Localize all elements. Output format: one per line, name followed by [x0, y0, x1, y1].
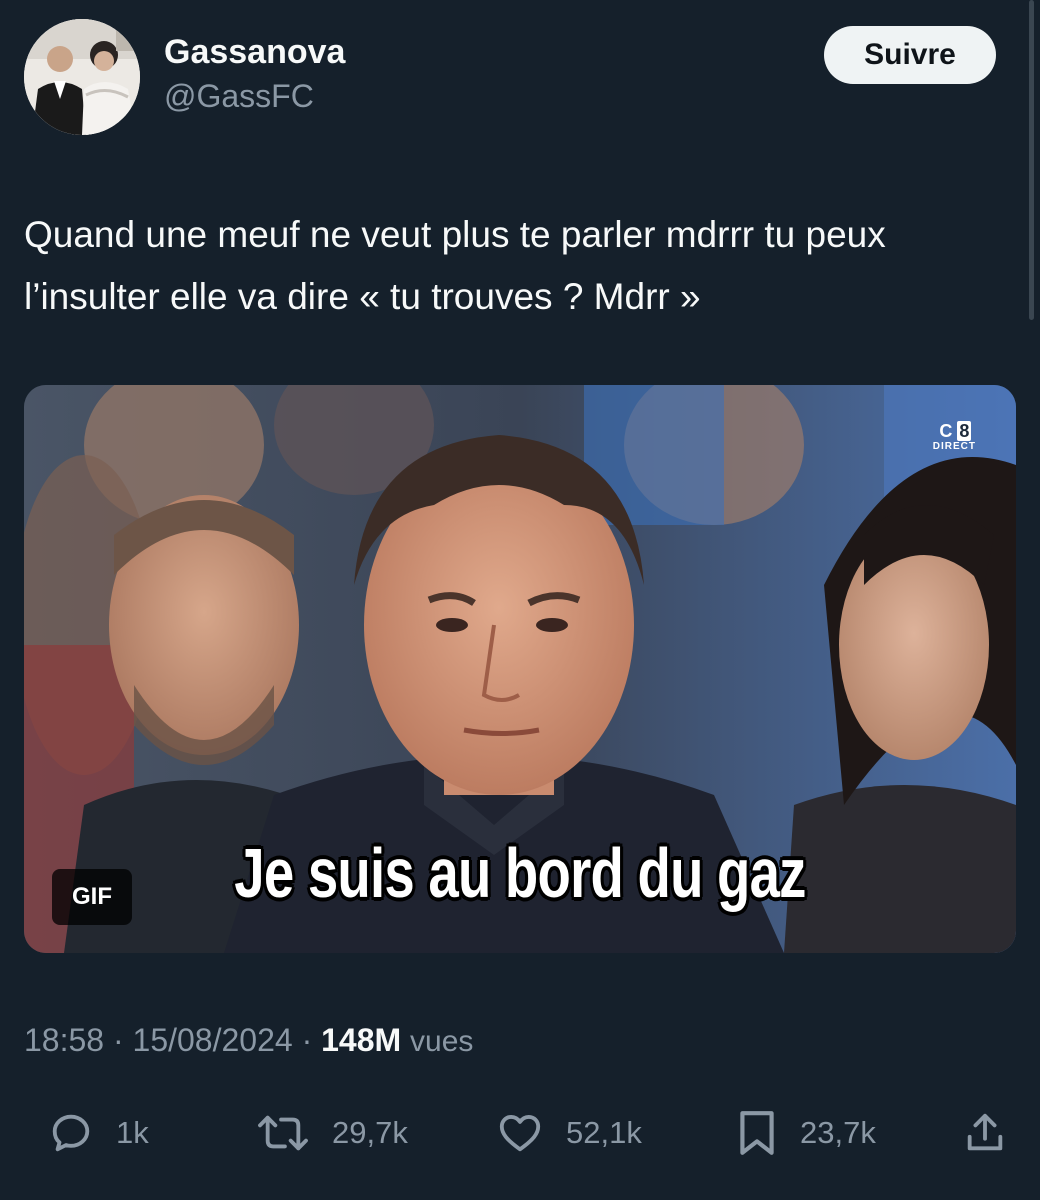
heart-icon [499, 1114, 541, 1152]
author-handle[interactable]: @GassFC [164, 74, 345, 118]
tweet-date[interactable]: 15/08/2024 [133, 1022, 293, 1058]
retweet-icon [258, 1115, 308, 1151]
reply-icon [52, 1114, 90, 1152]
views-label: vues [410, 1025, 474, 1058]
author-avatar[interactable] [24, 19, 140, 135]
channel-letter-8: 8 [957, 421, 972, 441]
retweet-button[interactable]: 29,7k [256, 1098, 408, 1168]
bookmark-count: 23,7k [800, 1115, 876, 1150]
channel-live-label: DIRECT [932, 441, 976, 452]
follow-button[interactable]: Suivre [824, 26, 996, 84]
like-button[interactable]: 52,1k [496, 1098, 642, 1168]
bookmark-icon [740, 1111, 774, 1155]
gif-badge: GIF [52, 869, 132, 925]
meta-separator: · [112, 1022, 124, 1058]
author-block[interactable]: Gassanova @GassFC [164, 30, 345, 118]
like-count: 52,1k [566, 1115, 642, 1150]
tweet-text: Quand une meuf ne veut plus te parler md… [24, 214, 886, 317]
gif-caption: Je suis au bord du gaz [234, 834, 806, 912]
tweet-time[interactable]: 18:58 [24, 1022, 104, 1058]
views-count: 148M [321, 1022, 402, 1058]
retweet-count: 29,7k [332, 1115, 408, 1150]
tweet-meta: 18:58 · 15/08/2024 · 148M vues [24, 1018, 473, 1064]
wedding-photo-avatar-icon [24, 19, 140, 135]
author-display-name[interactable]: Gassanova [164, 30, 345, 74]
bookmark-button[interactable]: 23,7k [736, 1098, 876, 1168]
reply-button[interactable]: 1k [48, 1098, 149, 1168]
page-scrollbar[interactable] [1029, 0, 1034, 320]
meta-separator: · [301, 1022, 313, 1058]
tweet-media-gif[interactable]: C 8 DIRECT Je suis au bord du gaz GIF [24, 385, 1016, 953]
channel-letter-c: C [939, 421, 953, 441]
reply-count: 1k [116, 1115, 149, 1150]
tweet-action-bar: 1k 29,7k 52,1k 23,7k [0, 1098, 1040, 1168]
share-icon [967, 1113, 1003, 1151]
share-button[interactable] [962, 1098, 1008, 1168]
channel-logo: C 8 DIRECT [933, 421, 976, 453]
